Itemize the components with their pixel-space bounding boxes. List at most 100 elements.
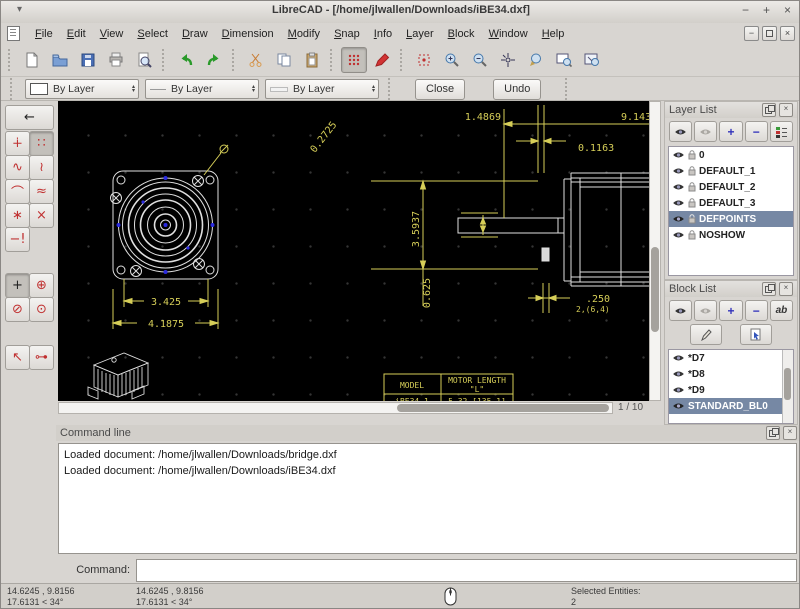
command-input[interactable] (136, 559, 797, 582)
tool-lock-relative-zero-button[interactable]: ⊕ (29, 273, 54, 298)
block-row-d8[interactable]: *D8 (669, 366, 793, 382)
cut-button[interactable] (243, 47, 269, 73)
grid-toggle-button[interactable] (341, 47, 367, 73)
layer-row-default2[interactable]: DEFAULT_2 (669, 179, 793, 195)
menu-select[interactable]: Select (130, 26, 175, 42)
tool-tag-entity-button[interactable]: ⊶ (29, 345, 54, 370)
title-bar[interactable]: ▾ LibreCAD - [/home/jlwallen/Downloads/i… (1, 1, 800, 24)
tool-snap-grid-button[interactable]: ∷ (29, 131, 54, 156)
add-block-button[interactable]: + (719, 300, 742, 321)
hide-all-layers-button[interactable] (694, 121, 717, 142)
canvas-horizontal-scrollbar[interactable] (58, 402, 613, 414)
mdi-minimize-button[interactable]: − (744, 26, 759, 41)
tool-snap-middle-button[interactable]: ≈ (29, 179, 54, 204)
draft-pen-button[interactable] (369, 47, 395, 73)
add-layer-button[interactable]: + (719, 121, 742, 142)
remove-block-button[interactable]: − (745, 300, 768, 321)
close-button[interactable]: × (784, 3, 791, 17)
zoom-in-button[interactable] (439, 47, 465, 73)
show-all-layers-button[interactable] (669, 121, 692, 142)
toolbar-handle[interactable] (10, 78, 16, 100)
block-row-d7[interactable]: *D7 (669, 350, 793, 366)
copy-button[interactable] (271, 47, 297, 73)
menu-window[interactable]: Window (482, 26, 535, 42)
layer-row-noshow[interactable]: NOSHOW (669, 227, 793, 243)
layer-list-title-bar[interactable]: Layer List × (665, 102, 797, 118)
zoom-previous-button[interactable] (523, 47, 549, 73)
tool-back-button[interactable]: ← (5, 105, 54, 130)
menu-snap[interactable]: Snap (327, 26, 367, 42)
tool-set-relative-zero-button[interactable]: + (5, 273, 30, 298)
menu-edit[interactable]: Edit (60, 26, 93, 42)
tool-snap-on-entity-button[interactable]: ≀ (29, 155, 54, 180)
spin-down-icon[interactable]: ▾ (252, 89, 255, 93)
menu-info[interactable]: Info (367, 26, 399, 42)
show-all-blocks-button[interactable] (669, 300, 692, 321)
hide-all-blocks-button[interactable] (694, 300, 717, 321)
menu-help[interactable]: Help (535, 26, 572, 42)
layer-row-0[interactable]: 0 (669, 147, 793, 163)
block-list-scrollbar[interactable] (782, 350, 793, 423)
undo-action-button[interactable]: Undo (493, 79, 541, 100)
tool-snap-center-button[interactable]: ⌒ (5, 179, 30, 204)
paste-button[interactable] (299, 47, 325, 73)
spin-down-icon[interactable]: ▾ (372, 89, 375, 93)
mdi-restore-button[interactable] (762, 26, 777, 41)
edit-block-button[interactable] (690, 324, 722, 345)
toolbar-handle[interactable] (8, 49, 14, 71)
new-document-button[interactable] (19, 47, 45, 73)
menu-draw[interactable]: Draw (175, 26, 215, 42)
undo-button[interactable] (173, 47, 199, 73)
scrollbar-thumb[interactable] (397, 404, 609, 412)
command-output[interactable]: Loaded document: /home/jlwallen/Download… (58, 443, 797, 554)
menu-dimension[interactable]: Dimension (215, 26, 281, 42)
pen-color-select[interactable]: By Layer ▴▾ (25, 79, 139, 99)
tool-snap-intersection-button[interactable]: × (29, 203, 54, 228)
print-button[interactable] (103, 47, 129, 73)
pen-width-select[interactable]: By Layer ▴▾ (145, 79, 259, 99)
snap-entity-button[interactable] (411, 47, 437, 73)
undock-button[interactable] (766, 426, 780, 440)
menu-layer[interactable]: Layer (399, 26, 441, 42)
pen-linetype-select[interactable]: By Layer ▴▾ (265, 79, 379, 99)
undock-button[interactable] (762, 282, 776, 296)
tool-snap-endpoint-button[interactable]: ∿ (5, 155, 30, 180)
close-action-button[interactable]: Close (415, 79, 465, 100)
layer-row-default3[interactable]: DEFAULT_3 (669, 195, 793, 211)
zoom-out-button[interactable] (467, 47, 493, 73)
drawing-canvas[interactable]: 3.425 4.1875 0.2725 (58, 101, 649, 401)
tool-select-entity-button[interactable]: ↖ (5, 345, 30, 370)
insert-block-button[interactable] (740, 324, 772, 345)
zoom-auto-button[interactable] (495, 47, 521, 73)
scrollbar-thumb[interactable] (651, 247, 659, 332)
tool-relative-zero-a-button[interactable]: ⊘ (5, 297, 30, 322)
tool-relative-zero-b-button[interactable]: ⊙ (29, 297, 54, 322)
menu-view[interactable]: View (93, 26, 131, 42)
layer-row-default1[interactable]: DEFAULT_1 (669, 163, 793, 179)
dock-close-button[interactable]: × (779, 282, 793, 296)
layer-attributes-button[interactable] (770, 121, 793, 142)
spin-down-icon[interactable]: ▾ (132, 89, 135, 93)
layer-row-defpoints[interactable]: DEFPOINTS (669, 211, 793, 227)
dock-close-button[interactable]: × (783, 426, 797, 440)
block-row-standard[interactable]: STANDARD_BL0 (669, 398, 793, 414)
menu-modify[interactable]: Modify (281, 26, 327, 42)
canvas-vertical-scrollbar[interactable] (649, 101, 661, 401)
block-list-title-bar[interactable]: Block List × (665, 281, 797, 297)
save-document-button[interactable] (75, 47, 101, 73)
scrollbar-thumb[interactable] (784, 368, 791, 400)
maximize-button[interactable]: + (763, 3, 770, 17)
redo-button[interactable] (201, 47, 227, 73)
zoom-window-button[interactable] (551, 47, 577, 73)
open-document-button[interactable] (47, 47, 73, 73)
tool-snap-distance-button[interactable]: ∗ (5, 203, 30, 228)
print-preview-button[interactable] (131, 47, 157, 73)
tool-snap-free-button[interactable]: ∔ (5, 131, 30, 156)
mdi-close-button[interactable]: × (780, 26, 795, 41)
dock-close-button[interactable]: × (779, 103, 793, 117)
minimize-button[interactable]: − (742, 3, 749, 17)
command-line-title-bar[interactable]: Command line × (56, 425, 800, 441)
zoom-pan-button[interactable] (579, 47, 605, 73)
remove-layer-button[interactable]: − (745, 121, 768, 142)
tool-restrict-nothing-button[interactable]: −! (5, 227, 30, 252)
